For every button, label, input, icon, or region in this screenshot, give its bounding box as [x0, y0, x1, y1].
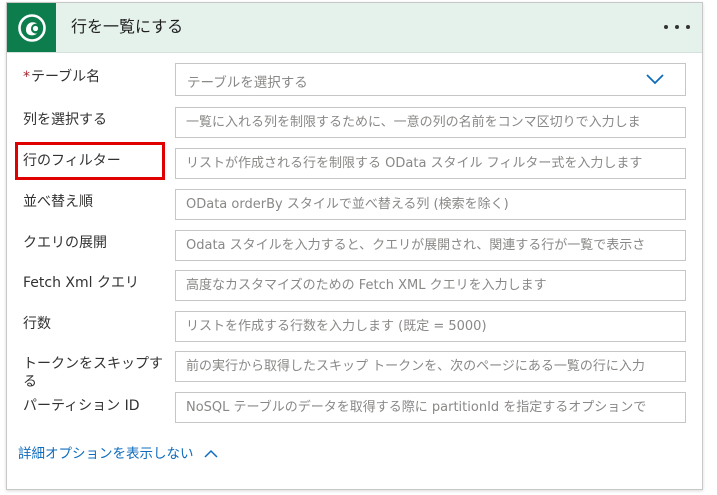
partition-id-label: パーティション ID	[23, 398, 140, 414]
expand-query-label: クエリの展開	[23, 235, 107, 251]
select-columns-field[interactable]	[175, 107, 686, 138]
partition-id-field[interactable]	[175, 392, 686, 423]
row-count-label: 行数	[23, 316, 51, 332]
highlight-box	[15, 142, 165, 180]
ellipsis-icon[interactable]	[662, 16, 692, 38]
filter-rows-field[interactable]	[175, 148, 686, 179]
skip-token-label: トークンをスキップする	[23, 356, 163, 390]
fetch-xml-input[interactable]	[176, 271, 685, 300]
row-count-field[interactable]	[175, 311, 686, 342]
fetch-xml-label: Fetch Xml クエリ	[23, 275, 139, 291]
fetch-xml-field[interactable]	[175, 270, 686, 301]
table-name-select[interactable]: テーブルを選択する	[175, 63, 686, 96]
skip-token-input[interactable]	[176, 352, 685, 381]
row-count-input[interactable]	[176, 312, 685, 341]
chevron-up-icon	[203, 449, 218, 458]
skip-token-field[interactable]	[175, 351, 686, 382]
dataverse-icon	[7, 3, 56, 52]
hide-advanced-options-link[interactable]: 詳細オプションを表示しない	[18, 445, 218, 463]
table-name-label: *テーブル名	[23, 69, 101, 85]
partition-id-input[interactable]	[176, 393, 685, 422]
card-header[interactable]: 行を一覧にする	[7, 3, 702, 53]
table-name-value: テーブルを選択する	[187, 75, 308, 91]
sort-by-label: 並べ替え順	[23, 194, 93, 210]
chevron-down-icon	[646, 74, 664, 85]
sort-by-field[interactable]	[175, 189, 686, 220]
select-columns-label: 列を選択する	[23, 112, 107, 128]
advanced-toggle-label: 詳細オプションを表示しない	[18, 446, 194, 462]
sort-by-input[interactable]	[176, 190, 685, 219]
card-title: 行を一覧にする	[71, 17, 184, 36]
expand-query-field[interactable]	[175, 230, 686, 261]
select-columns-input[interactable]	[176, 108, 685, 137]
required-marker: *	[23, 69, 30, 85]
expand-query-input[interactable]	[176, 231, 685, 260]
action-card: 行を一覧にする *テーブル名 テーブルを選択する 列を選択する 行のフィルター …	[6, 2, 703, 490]
filter-rows-input[interactable]	[176, 149, 685, 178]
